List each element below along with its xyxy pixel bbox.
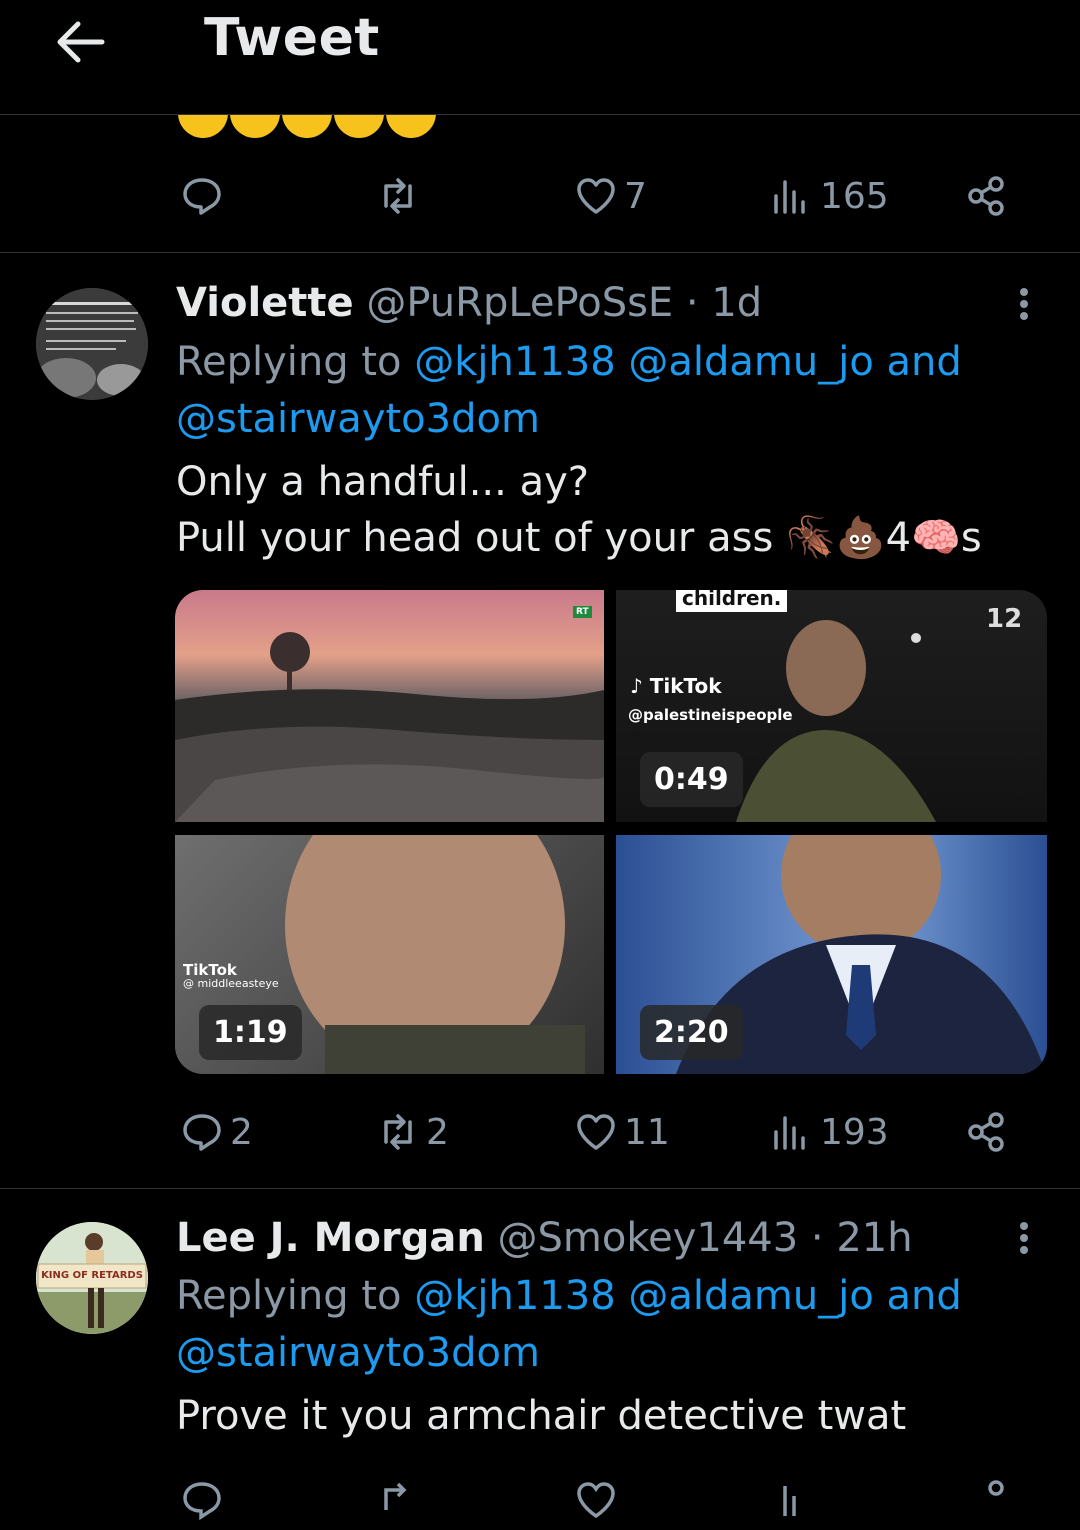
media-thumbnail[interactable]: 2:20: [616, 835, 1047, 1074]
views-count: 193: [820, 1111, 889, 1153]
retweet-button[interactable]: [376, 1470, 420, 1530]
handle[interactable]: @Smokey1443: [498, 1215, 799, 1261]
heart-icon: [577, 1114, 615, 1150]
channel-number: 12: [986, 604, 1023, 634]
tiktok-handle: @ middleeasteye: [183, 977, 279, 990]
reply-icon: [183, 178, 221, 215]
tweet-text: Prove it you armchair detective twat: [176, 1388, 906, 1444]
page-title: Tweet: [204, 8, 380, 68]
top-bar: Tweet: [0, 0, 1080, 115]
media-thumbnail[interactable]: RT: [175, 590, 604, 822]
display-name[interactable]: Violette: [176, 280, 354, 326]
tweet-text-line: Only a handful... ay?: [176, 459, 589, 505]
mention-link[interactable]: @stairwayto3dom: [176, 1330, 540, 1376]
reply-count: 2: [230, 1111, 253, 1153]
views-button[interactable]: 165: [770, 166, 889, 226]
like-button[interactable]: 11: [574, 1102, 670, 1162]
mention-link[interactable]: @aldamu_jo: [628, 339, 873, 385]
tweet-header: Lee J. Morgan @Smokey1443 · 21h: [176, 1215, 913, 1261]
retweet-icon: [384, 178, 412, 214]
reply-icon: [183, 1114, 221, 1151]
divider: [0, 1188, 1080, 1189]
share-button[interactable]: [964, 1470, 1008, 1530]
mention-link[interactable]: @kjh1138: [414, 339, 615, 385]
channel-watermark: RT: [573, 606, 592, 618]
avatar-sign-text: KING OF RETARDS: [41, 1270, 143, 1281]
tweet-text-line: Pull your head out of your ass 🪳💩4🧠s: [176, 515, 982, 561]
heart-icon: [577, 1482, 615, 1519]
tweet-actions: [0, 1470, 1080, 1530]
share-icon: [988, 1480, 1004, 1496]
tweet-text-line: Prove it you armchair detective twat: [176, 1393, 907, 1439]
avatar[interactable]: [36, 288, 148, 400]
replying-prefix: Replying to: [176, 339, 402, 385]
more-vertical-icon[interactable]: [1010, 1218, 1038, 1262]
replying-prefix: Replying to: [176, 1273, 402, 1319]
tweet-actions: 7 165: [0, 166, 1080, 226]
replying-to: Replying to @kjh1138 @aldamu_jo and @sta…: [176, 334, 976, 448]
retweet-count: 2: [426, 1111, 449, 1153]
reply-button[interactable]: [180, 1470, 224, 1530]
share-button[interactable]: [964, 166, 1008, 226]
video-caption: children.: [676, 590, 788, 612]
arrow-left-icon[interactable]: [52, 14, 108, 70]
views-button[interactable]: 193: [770, 1102, 889, 1162]
retweet-button[interactable]: 2: [376, 1102, 449, 1162]
tiktok-brand: ♪ TikTok: [630, 674, 722, 698]
tiktok-handle: @palestineispeople: [628, 706, 793, 724]
media-grid: RT children. 12 ♪ TikTok @palestineispeo…: [175, 590, 1047, 1074]
views-icon: [774, 180, 805, 214]
mention-link[interactable]: @kjh1138: [414, 1273, 615, 1319]
reply-icon: [183, 1482, 221, 1521]
retweet-icon: [384, 1482, 407, 1510]
divider: [0, 252, 1080, 253]
share-button[interactable]: [964, 1102, 1008, 1162]
video-duration: 1:19: [199, 1005, 302, 1060]
retweet-icon: [384, 1114, 412, 1150]
reply-button[interactable]: [180, 166, 224, 226]
timestamp[interactable]: · 21h: [811, 1215, 913, 1261]
share-icon: [968, 176, 1004, 216]
mention-link[interactable]: @stairwayto3dom: [176, 396, 540, 442]
reply-button[interactable]: 2: [180, 1102, 253, 1162]
share-icon: [968, 1112, 1004, 1152]
views-icon: [783, 1486, 796, 1516]
mention-and[interactable]: and: [887, 339, 962, 385]
views-icon: [774, 1116, 805, 1150]
media-thumbnail[interactable]: TikTok @ middleeasteye 1:19: [175, 835, 604, 1074]
replying-to: Replying to @kjh1138 @aldamu_jo and @sta…: [176, 1268, 976, 1382]
display-name[interactable]: Lee J. Morgan: [176, 1215, 485, 1261]
retweet-button[interactable]: [376, 166, 420, 226]
views-count: 165: [820, 175, 889, 217]
more-vertical-icon[interactable]: [1010, 284, 1038, 328]
handle[interactable]: @PuRpLePoSsE: [366, 280, 673, 326]
like-count: 11: [624, 1111, 670, 1153]
like-button[interactable]: [574, 1470, 618, 1530]
tweet-header: Violette @PuRpLePoSsE · 1d: [176, 280, 762, 326]
heart-icon: [577, 178, 615, 214]
tweet-actions: 2 2 11 193: [0, 1102, 1080, 1162]
media-thumbnail[interactable]: children. 12 ♪ TikTok @palestineispeople…: [616, 590, 1047, 822]
timestamp[interactable]: · 1d: [686, 280, 762, 326]
mention-link[interactable]: @aldamu_jo: [628, 1273, 873, 1319]
video-duration: 2:20: [640, 1005, 743, 1060]
mention-and[interactable]: and: [887, 1273, 962, 1319]
like-button[interactable]: 7: [574, 166, 647, 226]
views-button[interactable]: [770, 1470, 814, 1530]
video-duration: 0:49: [640, 752, 743, 807]
tweet-text: Only a handful... ay? Pull your head out…: [176, 454, 982, 566]
avatar[interactable]: KING OF RETARDS: [36, 1222, 148, 1334]
like-count: 7: [624, 175, 647, 217]
